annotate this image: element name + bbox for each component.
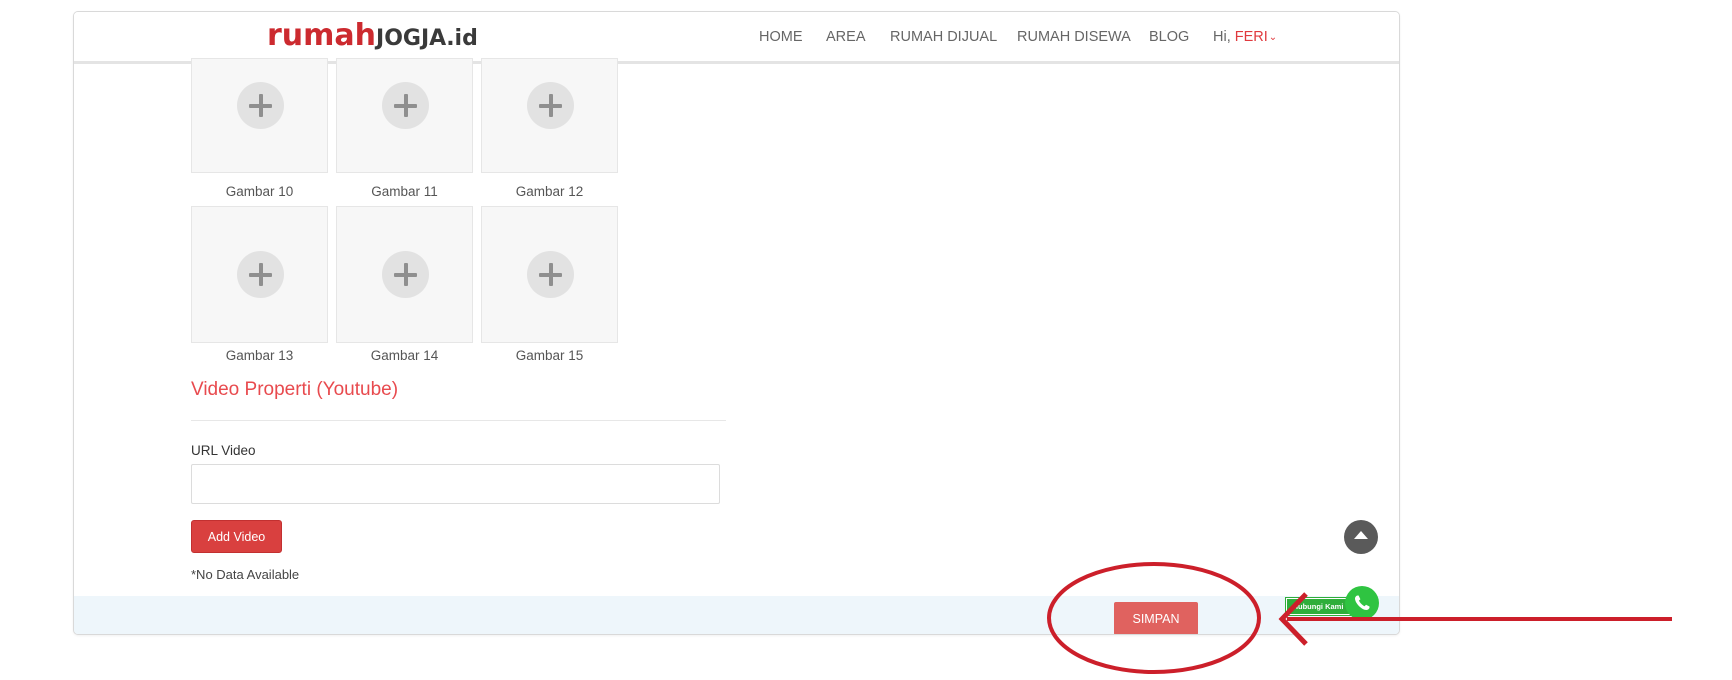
image-caption: Gambar 13 — [225, 348, 294, 363]
add-video-button[interactable]: Add Video — [191, 520, 282, 553]
user-greeting: Hi, — [1213, 29, 1235, 45]
nav-rumah-dijual-label[interactable]: RUMAH DIJUAL — [890, 29, 997, 45]
plus-icon[interactable] — [237, 251, 284, 298]
nav-area[interactable]: AREA — [826, 12, 866, 62]
video-empty-text: *No Data Available — [191, 567, 300, 582]
site-logo[interactable]: rumah JOGJA .id — [267, 16, 478, 56]
user-name[interactable]: FERI — [1235, 29, 1268, 45]
section-divider — [191, 420, 726, 421]
plus-icon[interactable] — [382, 82, 429, 129]
logo-jogja-text: JOGJA — [376, 26, 447, 51]
form-footer-bar — [74, 596, 1399, 634]
nav-rumah-dijual[interactable]: RUMAH DIJUAL — [890, 12, 997, 62]
image-upload-tile[interactable] — [336, 58, 473, 173]
top-navbar: rumah JOGJA .id HOME AREA RUMAH DIJUAL RUM… — [74, 12, 1399, 64]
image-caption: Gambar 10 — [225, 184, 294, 199]
nav-blog[interactable]: BLOG — [1149, 12, 1189, 62]
nav-blog-label[interactable]: BLOG — [1149, 29, 1189, 45]
image-upload-tile[interactable] — [191, 206, 328, 343]
whatsapp-phone-glyph — [1355, 595, 1370, 610]
image-upload-tile[interactable] — [481, 206, 618, 343]
nav-rumah-disewa-label[interactable]: RUMAH DISEWA — [1017, 29, 1131, 45]
image-caption: Gambar 15 — [515, 348, 584, 363]
url-video-input[interactable] — [191, 464, 720, 504]
logo-domain-text: .id — [446, 26, 478, 51]
nav-area-label[interactable]: AREA — [826, 29, 866, 45]
plus-icon[interactable] — [382, 251, 429, 298]
image-caption: Gambar 11 — [371, 184, 438, 199]
video-section-title: Video Properti (Youtube) — [191, 379, 399, 400]
image-caption: Gambar 14 — [370, 348, 439, 363]
page-frame: rumah JOGJA .id HOME AREA RUMAH DIJUAL RUM… — [73, 11, 1400, 635]
image-upload-tile[interactable] — [336, 206, 473, 343]
whatsapp-icon[interactable] — [1345, 586, 1379, 620]
plus-icon[interactable] — [237, 82, 284, 129]
image-upload-tile[interactable] — [481, 58, 618, 173]
nav-rumah-disewa[interactable]: RUMAH DISEWA — [1017, 12, 1131, 62]
whatsapp-contact-badge[interactable]: Hubungi Kami — [1286, 598, 1350, 615]
nav-home[interactable]: HOME — [759, 12, 803, 62]
image-caption: Gambar 12 — [515, 184, 584, 199]
user-menu[interactable]: Hi, FERI ⌄ — [1213, 12, 1277, 62]
image-upload-tile[interactable] — [191, 58, 328, 173]
logo-rumah-text: rumah — [267, 18, 377, 53]
save-button[interactable]: SIMPAN — [1114, 602, 1198, 634]
scroll-to-top-icon[interactable] — [1344, 520, 1378, 554]
url-video-label: URL Video — [191, 443, 256, 458]
nav-home-label[interactable]: HOME — [759, 29, 803, 45]
plus-icon[interactable] — [527, 251, 574, 298]
plus-icon[interactable] — [527, 82, 574, 129]
chevron-down-icon[interactable]: ⌄ — [1269, 32, 1277, 43]
